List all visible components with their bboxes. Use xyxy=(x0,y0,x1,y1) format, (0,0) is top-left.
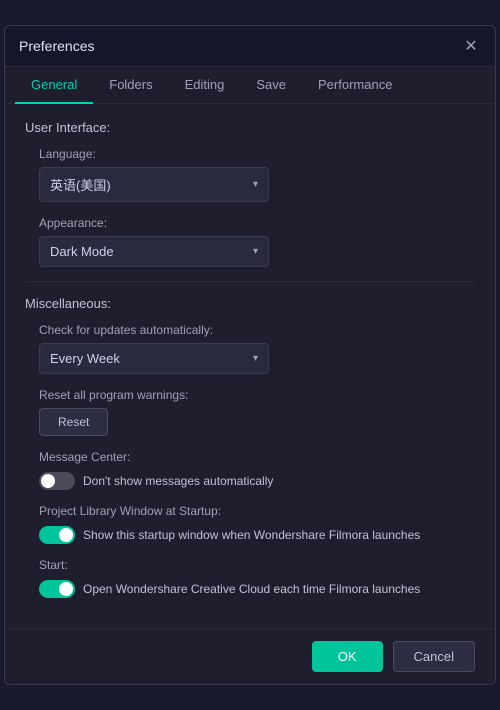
message-center-label: Message Center: xyxy=(39,450,475,464)
start-group: Start: Open Wondershare Creative Cloud e… xyxy=(39,558,475,598)
start-toggle-knob xyxy=(59,582,73,596)
start-toggle-label: Open Wondershare Creative Cloud each tim… xyxy=(83,582,420,596)
miscellaneous-section-label: Miscellaneous: xyxy=(25,296,475,311)
tab-folders[interactable]: Folders xyxy=(93,67,168,104)
tab-save[interactable]: Save xyxy=(240,67,302,104)
check-updates-label: Check for updates automatically: xyxy=(39,323,475,337)
cancel-button[interactable]: Cancel xyxy=(393,641,475,672)
appearance-chevron-icon: ▾ xyxy=(253,246,258,257)
appearance-group: Appearance: Dark Mode ▾ xyxy=(39,216,475,267)
close-button[interactable]: ✕ xyxy=(461,36,481,56)
content-area: User Interface: Language: 英语(美国) ▾ Appea… xyxy=(5,104,495,628)
tabs-bar: General Folders Editing Save Performance xyxy=(5,67,495,104)
message-center-toggle-row: Don't show messages automatically xyxy=(39,472,475,490)
dialog-title: Preferences xyxy=(19,38,94,54)
appearance-dropdown[interactable]: Dark Mode ▾ xyxy=(39,236,269,267)
user-interface-section-label: User Interface: xyxy=(25,120,475,135)
start-toggle[interactable] xyxy=(39,580,75,598)
tab-performance[interactable]: Performance xyxy=(302,67,408,104)
check-updates-value: Every Week xyxy=(50,351,120,366)
appearance-value: Dark Mode xyxy=(50,244,114,259)
dialog-footer: OK Cancel xyxy=(5,628,495,684)
check-updates-group: Check for updates automatically: Every W… xyxy=(39,323,475,374)
start-label: Start: xyxy=(39,558,475,572)
reset-button[interactable]: Reset xyxy=(39,408,108,436)
divider-1 xyxy=(25,281,475,282)
project-library-label: Project Library Window at Startup: xyxy=(39,504,475,518)
project-library-toggle-knob xyxy=(59,528,73,542)
language-chevron-icon: ▾ xyxy=(253,179,258,190)
tab-general[interactable]: General xyxy=(15,67,93,104)
language-label: Language: xyxy=(39,147,475,161)
project-library-toggle-row: Show this startup window when Wondershar… xyxy=(39,526,475,544)
project-library-group: Project Library Window at Startup: Show … xyxy=(39,504,475,544)
project-library-toggle[interactable] xyxy=(39,526,75,544)
appearance-label: Appearance: xyxy=(39,216,475,230)
project-library-toggle-label: Show this startup window when Wondershar… xyxy=(83,528,420,542)
ok-button[interactable]: OK xyxy=(312,641,383,672)
message-center-group: Message Center: Don't show messages auto… xyxy=(39,450,475,490)
message-center-toggle-label: Don't show messages automatically xyxy=(83,474,273,488)
check-updates-dropdown[interactable]: Every Week ▾ xyxy=(39,343,269,374)
title-bar: Preferences ✕ xyxy=(5,26,495,67)
language-dropdown[interactable]: 英语(美国) ▾ xyxy=(39,167,269,202)
language-value: 英语(美国) xyxy=(50,175,111,194)
close-icon: ✕ xyxy=(464,36,477,56)
message-center-toggle[interactable] xyxy=(39,472,75,490)
check-updates-chevron-icon: ▾ xyxy=(253,353,258,364)
message-center-toggle-knob xyxy=(41,474,55,488)
reset-label: Reset all program warnings: xyxy=(39,388,475,402)
tab-editing[interactable]: Editing xyxy=(169,67,241,104)
language-group: Language: 英语(美国) ▾ xyxy=(39,147,475,202)
preferences-dialog: Preferences ✕ General Folders Editing Sa… xyxy=(4,25,496,685)
start-toggle-row: Open Wondershare Creative Cloud each tim… xyxy=(39,580,475,598)
reset-group: Reset all program warnings: Reset xyxy=(39,388,475,436)
